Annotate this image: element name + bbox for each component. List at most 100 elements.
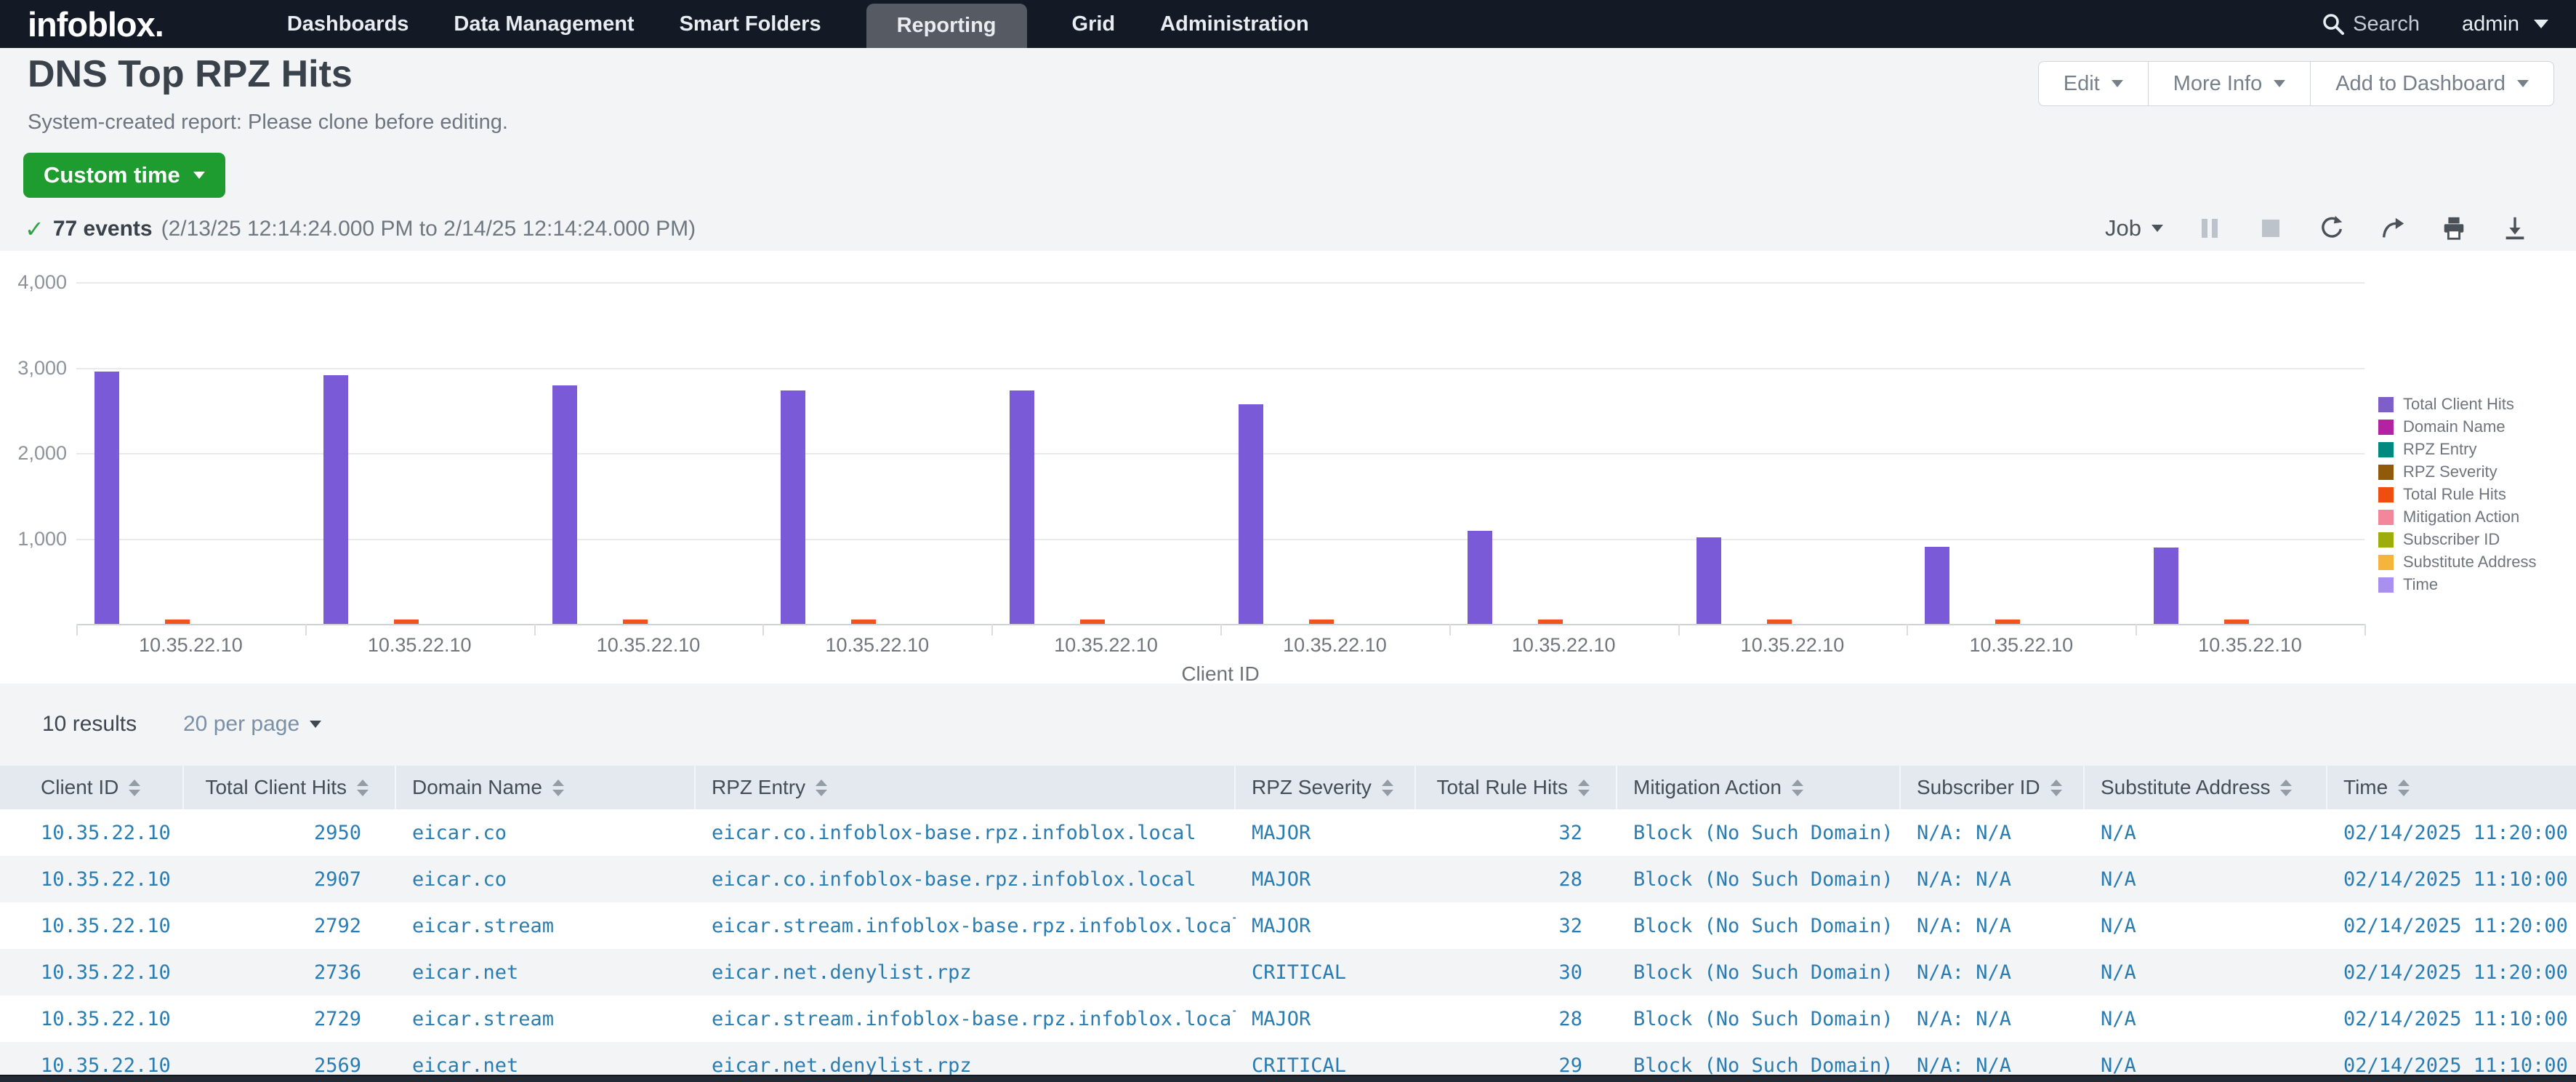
bar-total-client-hits[interactable]	[323, 375, 348, 624]
bar-total-client-hits[interactable]	[1925, 547, 1949, 624]
bar-total-rule-hits[interactable]	[1995, 620, 2020, 624]
cell-rpz-entry[interactable]: eicar.net.denylist.rpz	[696, 1054, 1236, 1075]
cell-substitute-address[interactable]: N/A	[2085, 915, 2327, 937]
cell-mitigation-action[interactable]: Block (No Such Domain)	[1617, 961, 1901, 984]
cell-rpz-entry[interactable]: eicar.co.infoblox-base.rpz.infoblox.loca…	[696, 868, 1236, 891]
column-header-rpz-severity[interactable]: RPZ Severity	[1236, 766, 1416, 809]
nav-item-dashboards[interactable]: Dashboards	[287, 12, 409, 36]
column-header-rpz-entry[interactable]: RPZ Entry	[696, 766, 1236, 809]
cell-time[interactable]: 02/14/2025 11:20:00	[2327, 822, 2576, 844]
reload-button[interactable]	[2317, 214, 2346, 243]
bar-total-client-hits[interactable]	[94, 372, 119, 624]
cell-total-client-hits[interactable]: 2569	[184, 1054, 396, 1075]
user-menu[interactable]: admin	[2462, 12, 2548, 36]
bar-total-rule-hits[interactable]	[165, 620, 190, 624]
cell-substitute-address[interactable]: N/A	[2085, 1054, 2327, 1075]
bar-total-client-hits[interactable]	[1239, 404, 1263, 624]
column-header-domain-name[interactable]: Domain Name	[396, 766, 696, 809]
bar-total-rule-hits[interactable]	[1767, 620, 1792, 624]
column-header-client-id[interactable]: Client ID	[0, 766, 184, 809]
legend-item-time[interactable]: Time	[2378, 575, 2536, 594]
per-page-selector[interactable]: 20 per page	[183, 712, 321, 737]
cell-client-id[interactable]: 10.35.22.10	[0, 1008, 184, 1030]
cell-total-rule-hits[interactable]: 30	[1416, 961, 1617, 984]
cell-time[interactable]: 02/14/2025 11:10:00	[2327, 868, 2576, 891]
edit-button[interactable]: Edit	[2038, 61, 2149, 106]
cell-subscriber-id[interactable]: N/A: N/A	[1901, 868, 2085, 891]
bar-total-rule-hits[interactable]	[623, 620, 648, 624]
cell-domain-name[interactable]: eicar.net	[396, 961, 696, 984]
global-search[interactable]: Search	[2321, 12, 2420, 36]
cell-total-rule-hits[interactable]: 28	[1416, 868, 1617, 891]
cell-rpz-entry[interactable]: eicar.stream.infoblox-base.rpz.infoblox.…	[696, 915, 1236, 937]
bar-total-client-hits[interactable]	[1696, 537, 1721, 624]
more-info-button[interactable]: More Info	[2148, 61, 2311, 106]
cell-mitigation-action[interactable]: Block (No Such Domain)	[1617, 1008, 1901, 1030]
cell-rpz-severity[interactable]: MAJOR	[1236, 822, 1416, 844]
share-button[interactable]	[2378, 214, 2407, 243]
cell-client-id[interactable]: 10.35.22.10	[0, 868, 184, 891]
cell-total-client-hits[interactable]: 2950	[184, 822, 396, 844]
cell-time[interactable]: 02/14/2025 11:10:00	[2327, 1008, 2576, 1030]
legend-item-rpz-entry[interactable]: RPZ Entry	[2378, 440, 2536, 459]
cell-total-client-hits[interactable]: 2907	[184, 868, 396, 891]
cell-subscriber-id[interactable]: N/A: N/A	[1901, 961, 2085, 984]
bar-total-client-hits[interactable]	[2154, 548, 2178, 624]
column-header-time[interactable]: Time	[2327, 766, 2576, 809]
stop-button[interactable]	[2256, 214, 2285, 243]
cell-domain-name[interactable]: eicar.co	[396, 868, 696, 891]
bar-total-client-hits[interactable]	[1010, 390, 1034, 624]
cell-rpz-severity[interactable]: CRITICAL	[1236, 1054, 1416, 1075]
cell-substitute-address[interactable]: N/A	[2085, 1008, 2327, 1030]
cell-domain-name[interactable]: eicar.net	[396, 1054, 696, 1075]
bar-total-rule-hits[interactable]	[1080, 620, 1105, 624]
column-header-substitute-address[interactable]: Substitute Address	[2085, 766, 2327, 809]
bar-total-rule-hits[interactable]	[394, 620, 419, 624]
column-header-total-rule-hits[interactable]: Total Rule Hits	[1416, 766, 1617, 809]
nav-item-smart-folders[interactable]: Smart Folders	[680, 12, 821, 36]
cell-mitigation-action[interactable]: Block (No Such Domain)	[1617, 822, 1901, 844]
cell-rpz-severity[interactable]: MAJOR	[1236, 1008, 1416, 1030]
cell-domain-name[interactable]: eicar.stream	[396, 915, 696, 937]
cell-total-rule-hits[interactable]: 32	[1416, 915, 1617, 937]
cell-total-rule-hits[interactable]: 29	[1416, 1054, 1617, 1075]
cell-time[interactable]: 02/14/2025 11:20:00	[2327, 915, 2576, 937]
cell-substitute-address[interactable]: N/A	[2085, 961, 2327, 984]
add-to-dashboard-button[interactable]: Add to Dashboard	[2310, 61, 2554, 106]
bar-total-client-hits[interactable]	[781, 390, 805, 624]
cell-total-client-hits[interactable]: 2736	[184, 961, 396, 984]
legend-item-total-rule-hits[interactable]: Total Rule Hits	[2378, 485, 2536, 504]
cell-total-client-hits[interactable]: 2729	[184, 1008, 396, 1030]
legend-item-domain-name[interactable]: Domain Name	[2378, 417, 2536, 436]
cell-client-id[interactable]: 10.35.22.10	[0, 915, 184, 937]
cell-client-id[interactable]: 10.35.22.10	[0, 961, 184, 984]
cell-time[interactable]: 02/14/2025 11:10:00	[2327, 1054, 2576, 1075]
cell-total-rule-hits[interactable]: 32	[1416, 822, 1617, 844]
cell-mitigation-action[interactable]: Block (No Such Domain)	[1617, 1054, 1901, 1075]
cell-rpz-entry[interactable]: eicar.stream.infoblox-base.rpz.infoblox.…	[696, 1008, 1236, 1030]
cell-subscriber-id[interactable]: N/A: N/A	[1901, 1054, 2085, 1075]
nav-item-administration[interactable]: Administration	[1160, 12, 1309, 36]
cell-rpz-severity[interactable]: MAJOR	[1236, 915, 1416, 937]
nav-item-data-management[interactable]: Data Management	[454, 12, 634, 36]
column-header-total-client-hits[interactable]: Total Client Hits	[184, 766, 396, 809]
download-button[interactable]	[2500, 214, 2529, 243]
custom-time-button[interactable]: Custom time	[23, 153, 225, 198]
cell-subscriber-id[interactable]: N/A: N/A	[1901, 822, 2085, 844]
cell-rpz-severity[interactable]: MAJOR	[1236, 868, 1416, 891]
legend-item-subscriber-id[interactable]: Subscriber ID	[2378, 530, 2536, 549]
print-button[interactable]	[2439, 214, 2468, 243]
cell-domain-name[interactable]: eicar.co	[396, 822, 696, 844]
cell-rpz-entry[interactable]: eicar.net.denylist.rpz	[696, 961, 1236, 984]
legend-item-rpz-severity[interactable]: RPZ Severity	[2378, 462, 2536, 481]
bar-total-client-hits[interactable]	[1468, 531, 1492, 624]
cell-subscriber-id[interactable]: N/A: N/A	[1901, 915, 2085, 937]
cell-client-id[interactable]: 10.35.22.10	[0, 822, 184, 844]
legend-item-substitute-address[interactable]: Substitute Address	[2378, 553, 2536, 572]
cell-time[interactable]: 02/14/2025 11:20:00	[2327, 961, 2576, 984]
cell-total-rule-hits[interactable]: 28	[1416, 1008, 1617, 1030]
legend-item-total-client-hits[interactable]: Total Client Hits	[2378, 395, 2536, 414]
column-header-subscriber-id[interactable]: Subscriber ID	[1901, 766, 2085, 809]
bar-total-client-hits[interactable]	[552, 385, 577, 624]
cell-client-id[interactable]: 10.35.22.10	[0, 1054, 184, 1075]
